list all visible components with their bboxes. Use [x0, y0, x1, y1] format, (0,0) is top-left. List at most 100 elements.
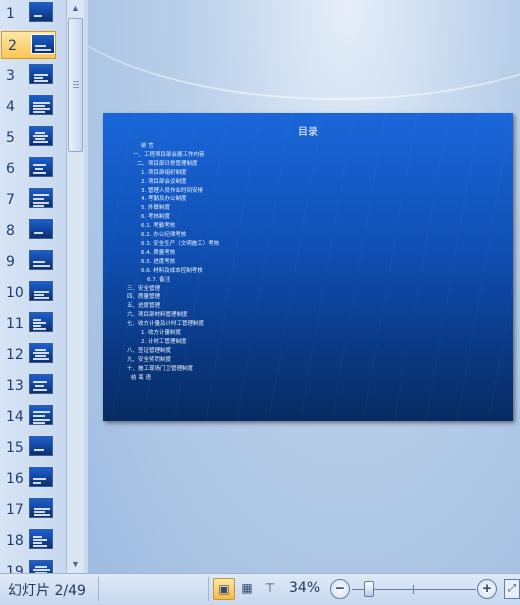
slide-thumbnail-image[interactable] [29, 64, 53, 84]
thumbnail-text-line [33, 261, 45, 263]
slide-thumbnail[interactable]: 16 [0, 465, 66, 493]
slide-thumbnail-image[interactable] [31, 34, 55, 54]
slide-toc-list[interactable]: 前 言一、工程项目部会展工作内容 二、项目部日常管理制度 1. 项目部组织制度 2. … [127, 142, 219, 382]
slide-thumbnail-image[interactable] [29, 374, 53, 394]
slide-thumbnail-image[interactable] [29, 250, 53, 270]
thumbnail-text-line [34, 297, 49, 299]
thumbnail-text-line [34, 74, 48, 76]
zoom-in-button[interactable]: + [477, 579, 497, 599]
slide-show-button[interactable]: ⊤ [259, 578, 281, 600]
zoom-slider-handle[interactable] [364, 581, 374, 597]
status-divider [98, 577, 99, 601]
toc-line: 一、工程项目部会展工作内容 [133, 151, 205, 158]
slide-thumbnail-number: 18 [6, 533, 24, 549]
thumbnail-text-line [33, 419, 50, 421]
slide-thumbnail-number: 17 [6, 502, 24, 518]
toc-line: 结 束 语 [131, 374, 151, 381]
slide-thumbnail-image[interactable] [29, 529, 53, 549]
toc-line: 1. 收方计量制度 [141, 330, 181, 337]
current-slide[interactable]: 目录 前 言一、工程项目部会展工作内容 二、项目部日常管理制度 1. 项目部组织制度… [103, 113, 513, 421]
toc-line: 五、进度管理 [127, 303, 161, 310]
thumbnail-text-line [33, 569, 50, 571]
thumbnail-text-line [33, 141, 48, 143]
slide-counter: 幻灯片 2/49 [8, 583, 86, 599]
slide-thumbnail[interactable]: 14 [0, 403, 66, 431]
slide-thumbnail-image[interactable] [29, 219, 53, 239]
slide-thumbnail-number: 14 [6, 409, 24, 425]
slide-thumbnail-image[interactable] [29, 498, 53, 518]
slide-thumbnail-image[interactable] [29, 281, 53, 301]
thumbnail-text-line [33, 111, 45, 113]
slide-thumbnail-number: 3 [6, 68, 15, 84]
slide-thumbnail[interactable]: 15 [0, 434, 66, 462]
thumbnail-text-line [35, 49, 51, 51]
slide-thumbnail[interactable]: 5 [0, 124, 66, 152]
slide-thumbnail-image[interactable] [29, 2, 53, 22]
slide-thumbnail[interactable]: 2 [1, 31, 56, 59]
zoom-out-button[interactable]: − [330, 579, 350, 599]
thumbnail-text-line [33, 352, 49, 354]
thumbnail-scrollbar[interactable]: ▲ ▼ [66, 0, 84, 573]
thumbnail-text-line [33, 542, 42, 544]
thumbnail-text-line [35, 132, 45, 134]
slide-thumbnail-image[interactable] [29, 188, 53, 208]
zoom-level[interactable]: 34% [289, 580, 320, 596]
zoom-center-tick [413, 585, 414, 594]
toc-line: 2. 项目部会议制度 [141, 178, 187, 185]
slide-thumbnail[interactable]: 4 [0, 93, 66, 121]
thumbnail-text-line [34, 508, 50, 510]
scroll-thumb[interactable] [68, 18, 83, 152]
toc-line: 3. 管理人员作业时间安排 [141, 187, 203, 194]
fit-to-window-button[interactable]: ⤢ [504, 579, 520, 599]
slide-thumbnail-image[interactable] [29, 436, 53, 456]
thumbnail-text-line [33, 328, 46, 330]
thumbnail-text-line [35, 566, 47, 568]
toc-line: 6.3. 安全生产（文明施工）考核 [141, 240, 220, 247]
slide-sorter-view-button[interactable]: ▦ [236, 578, 258, 600]
thumbnail-text-line [33, 319, 41, 321]
thumbnail-text-line [33, 389, 47, 391]
toc-line: 1. 项目部组织制度 [141, 169, 187, 176]
thumbnail-text-line [35, 385, 44, 387]
slide-thumbnail[interactable]: 1 [0, 0, 66, 28]
slide-thumbnail-number: 11 [6, 316, 24, 332]
toc-line: 6.2. 办公纪律考核 [141, 232, 187, 239]
slide-thumbnail[interactable]: 6 [0, 155, 66, 183]
slide-thumbnail[interactable]: 18 [0, 527, 66, 555]
slide-thumbnail[interactable]: 11 [0, 310, 66, 338]
toc-line: 4. 考勤及办公制度 [141, 196, 187, 203]
toc-line: 前 言 [141, 143, 154, 149]
scroll-up-arrow-icon[interactable]: ▲ [67, 0, 84, 17]
slide-thumbnail-image[interactable] [29, 467, 53, 487]
scroll-grip-icon [73, 81, 79, 89]
thumbnail-text-line [34, 514, 50, 516]
scroll-down-arrow-icon[interactable]: ▼ [67, 556, 84, 573]
slide-thumbnail[interactable]: 9 [0, 248, 66, 276]
slide-thumbnail-image[interactable] [29, 312, 53, 332]
slide-thumbnail[interactable]: 12 [0, 341, 66, 369]
slide-thumbnail-image[interactable] [29, 126, 53, 146]
slide-thumbnail[interactable]: 3 [0, 62, 66, 90]
slide-title[interactable]: 目录 [103, 123, 513, 138]
slide-thumbnail-image[interactable] [29, 343, 53, 363]
thumbnail-text-line [33, 478, 46, 480]
slide-editing-area[interactable]: 目录 前 言一、工程项目部会展工作内容 二、项目部日常管理制度 1. 项目部组织制度… [88, 0, 520, 573]
slide-thumbnail[interactable]: 17 [0, 496, 66, 524]
thumbnail-text-line [33, 198, 44, 200]
slide-thumbnail[interactable]: 13 [0, 372, 66, 400]
normal-view-button[interactable]: ▣ [213, 578, 235, 600]
slide-thumbnail-image[interactable] [29, 157, 53, 177]
slide-thumbnail[interactable]: 8 [0, 217, 66, 245]
toc-line: 6.6. 材料及成本控制考核 [141, 267, 203, 274]
slide-thumbnail[interactable]: 10 [0, 279, 66, 307]
slide-thumbnail-image[interactable] [29, 405, 53, 425]
slide-thumbnail-image[interactable] [29, 95, 53, 115]
slide-thumbnail[interactable]: 7 [0, 186, 66, 214]
toc-line: 九、安全奖罚制度 [127, 356, 172, 363]
thumbnail-text-line [33, 265, 50, 267]
thumbnail-text-line [33, 108, 50, 110]
thumbnail-text-line [33, 105, 45, 107]
slide-thumbnail-number: 8 [6, 223, 15, 239]
slide-thumbnail-number: 9 [6, 254, 15, 270]
slide-thumbnail-number: 12 [6, 347, 24, 363]
